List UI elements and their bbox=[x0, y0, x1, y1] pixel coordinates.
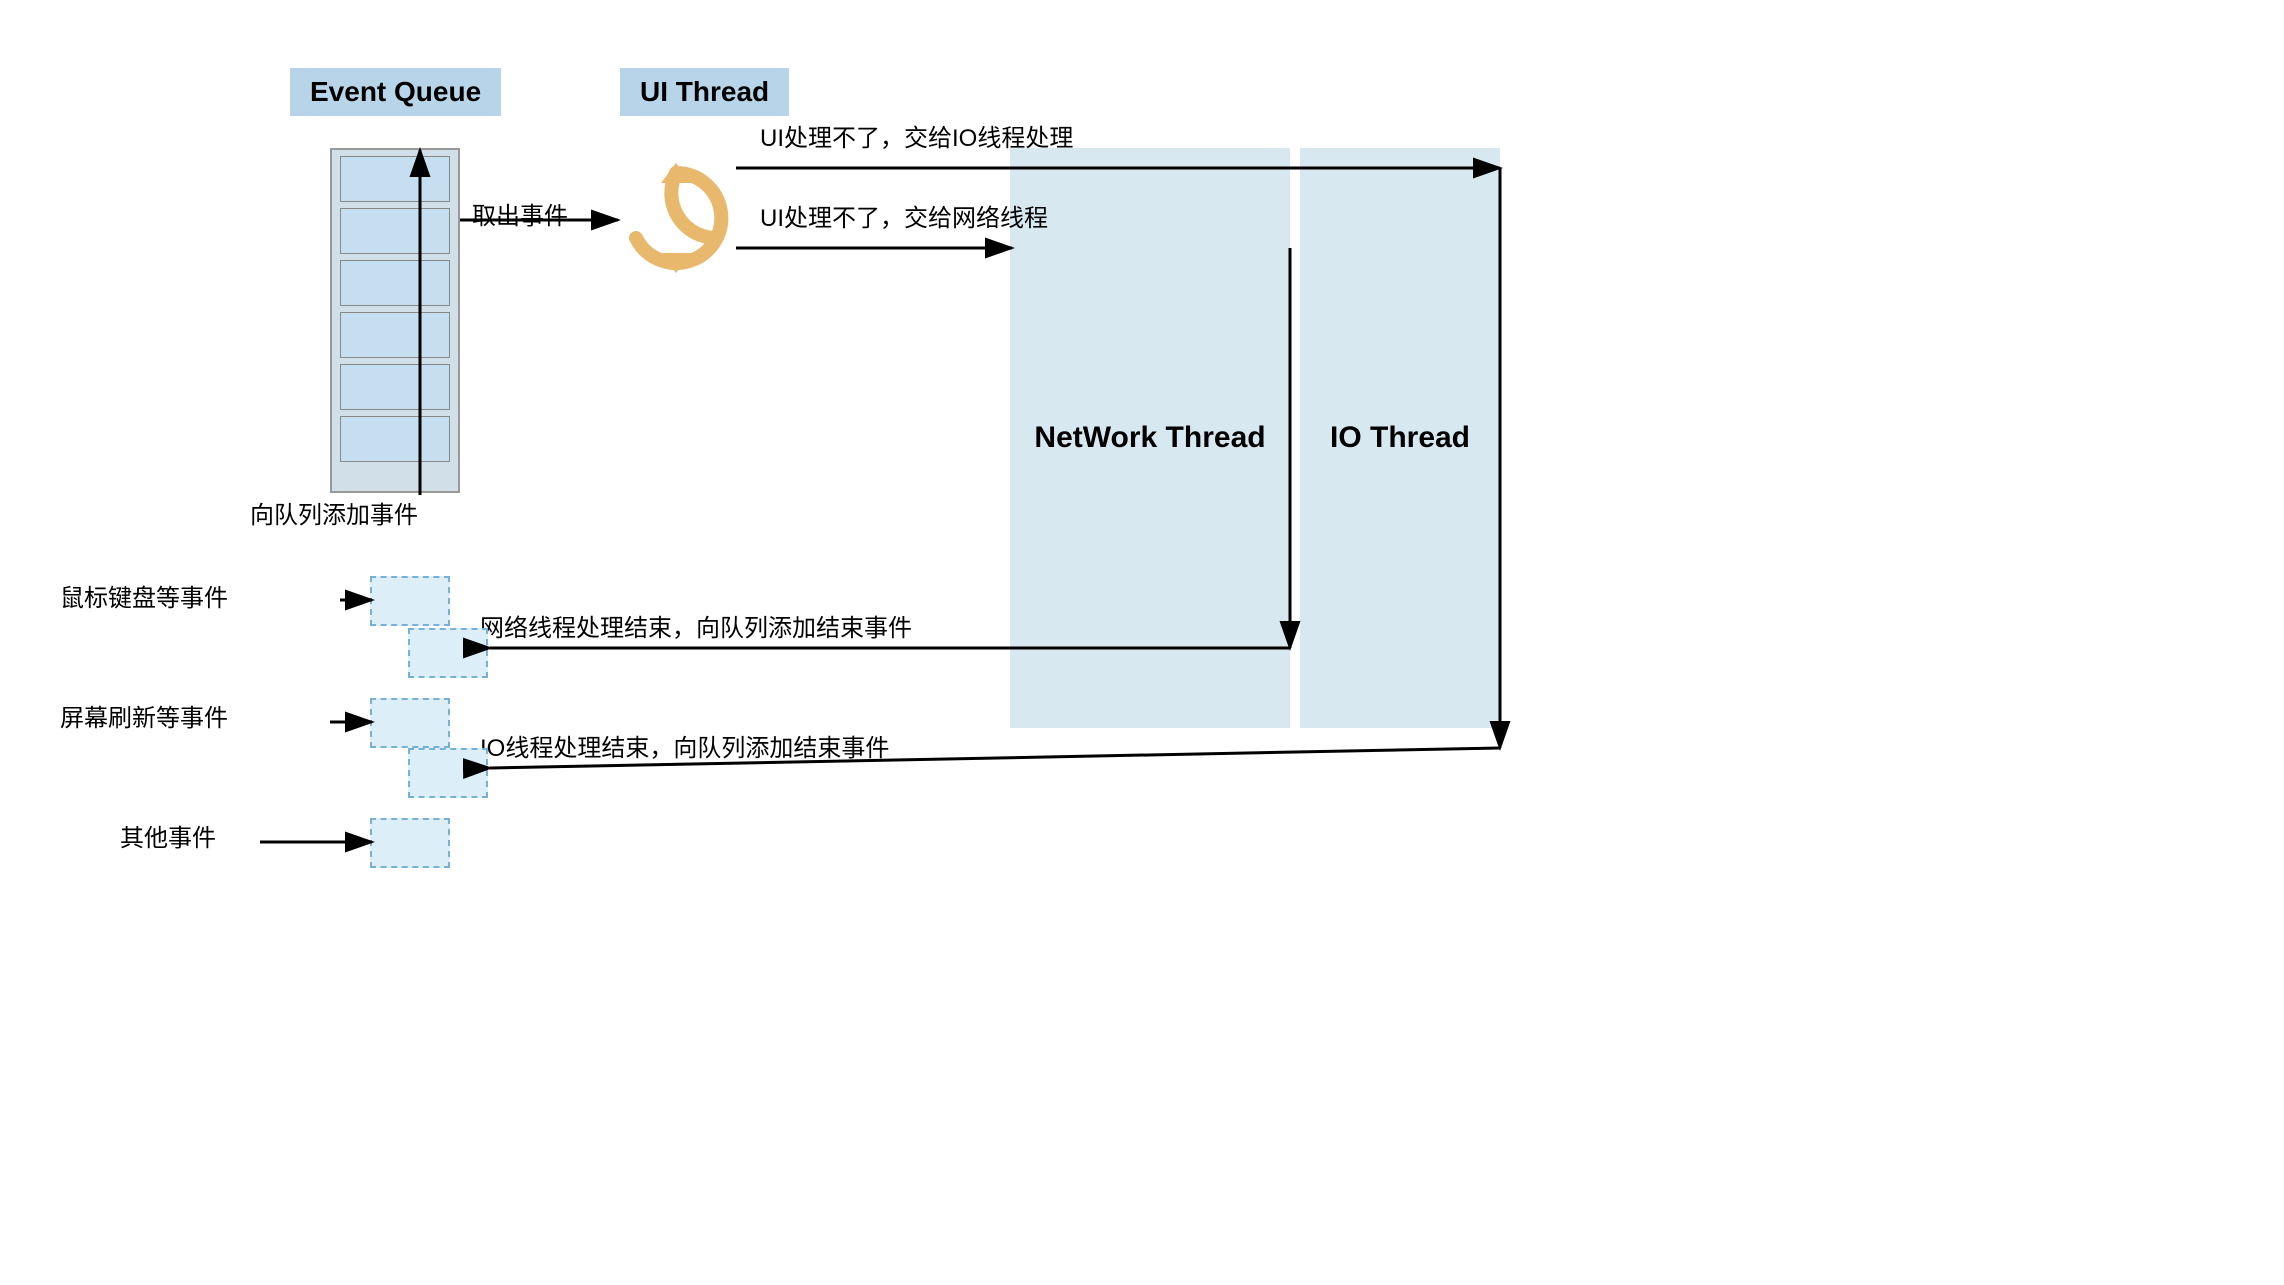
ui-to-io-label: UI处理不了，交给IO线程处理 bbox=[760, 118, 1073, 153]
screen-refresh-label: 屏幕刷新等事件 bbox=[60, 698, 228, 733]
queue-item-3 bbox=[340, 260, 450, 306]
diagram-container: Event Queue UI Thread NetWork Thread IO … bbox=[0, 0, 2284, 1285]
queue-item-1 bbox=[340, 156, 450, 202]
other-event-label: 其他事件 bbox=[120, 818, 216, 853]
event-queue-label: Event Queue bbox=[290, 68, 501, 116]
dashed-box-other bbox=[370, 818, 450, 868]
dashed-box-io-result bbox=[408, 748, 488, 798]
queue-item-2 bbox=[340, 208, 450, 254]
io-thread-box: IO Thread bbox=[1300, 148, 1500, 728]
queue-item-4 bbox=[340, 312, 450, 358]
ui-to-network-label: UI处理不了，交给网络线程 bbox=[760, 198, 1048, 233]
network-thread-label: NetWork Thread bbox=[1034, 421, 1265, 455]
queue-item-5 bbox=[340, 364, 450, 410]
mouse-keyboard-label: 鼠标键盘等事件 bbox=[60, 578, 228, 613]
dashed-box-mouse bbox=[370, 576, 450, 626]
event-queue-box bbox=[330, 148, 460, 493]
ui-loop-icon bbox=[616, 158, 736, 278]
queue-item-6 bbox=[340, 416, 450, 462]
network-thread-box: NetWork Thread bbox=[1010, 148, 1290, 728]
dashed-box-screen bbox=[370, 698, 450, 748]
io-done-label: IO线程处理结束，向队列添加结束事件 bbox=[480, 728, 889, 763]
dashed-box-network-result bbox=[408, 628, 488, 678]
take-event-label: 取出事件 bbox=[472, 196, 568, 231]
add-event-label: 向队列添加事件 bbox=[250, 495, 418, 530]
io-thread-label: IO Thread bbox=[1330, 421, 1470, 455]
ui-thread-label: UI Thread bbox=[620, 68, 789, 116]
network-done-label: 网络线程处理结束，向队列添加结束事件 bbox=[480, 608, 912, 643]
